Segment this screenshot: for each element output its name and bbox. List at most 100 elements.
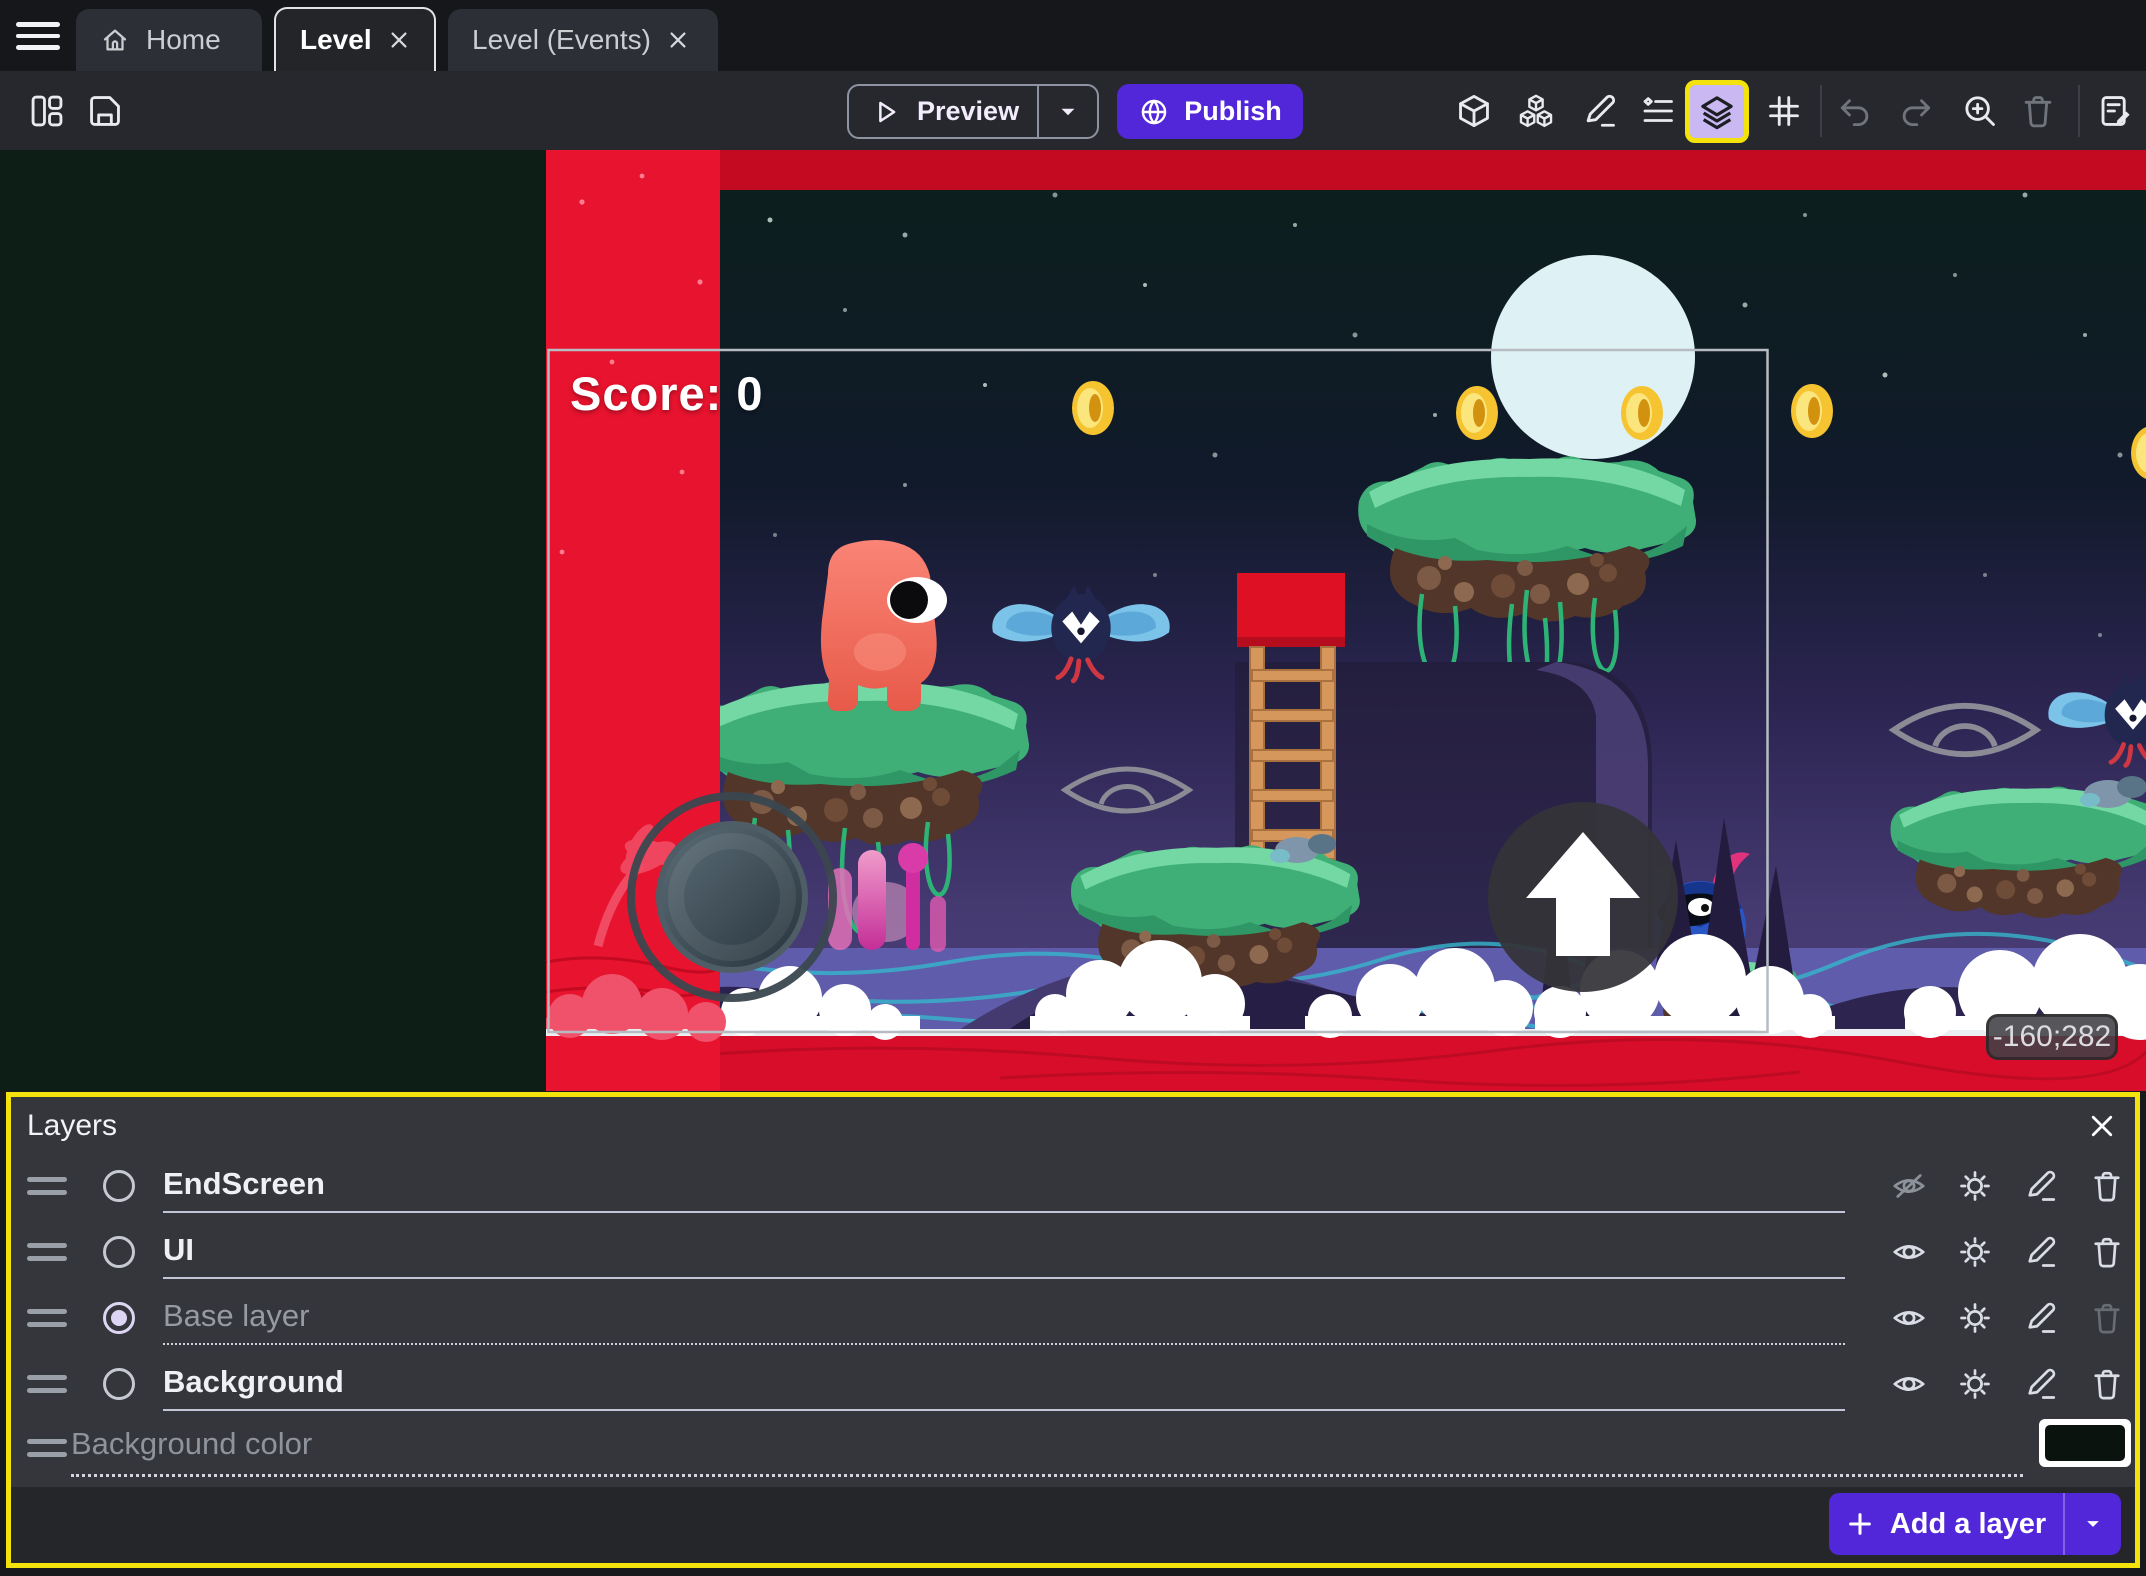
close-tab-icon[interactable]: [667, 29, 689, 51]
layer-name-input[interactable]: Background: [163, 1364, 1845, 1411]
zoom-in-icon: [1961, 92, 1999, 130]
cursor-coordinates: -160;282: [1986, 1014, 2118, 1060]
layer-row-ui: UI: [11, 1219, 2135, 1285]
editor-empty-background: [0, 150, 546, 1091]
scene-artwork: [0, 150, 2146, 1091]
edit-events-button[interactable]: [2095, 90, 2137, 132]
globe-icon: [1138, 96, 1170, 128]
publish-label: Publish: [1184, 96, 1282, 127]
edit-layer-icon[interactable]: [2021, 1298, 2061, 1338]
lighting-icon[interactable]: [1955, 1364, 1995, 1404]
tab-bar: Home Level Level (Events): [0, 0, 2146, 71]
top-boundary-bar: [546, 150, 2146, 190]
objects-panel-button[interactable]: [1453, 90, 1495, 132]
properties-list-icon: [1639, 92, 1677, 130]
undo-icon: [1836, 92, 1874, 130]
level-editor-window: Home Level Level (Events) Preview: [0, 0, 2146, 1576]
add-layer-button[interactable]: Add a layer: [1829, 1493, 2121, 1555]
layer-name-input[interactable]: UI: [163, 1232, 1845, 1279]
cube-icon: [1455, 92, 1493, 130]
events-sheet-icon: [2097, 92, 2135, 130]
preview-dropdown-button[interactable]: [1039, 101, 1097, 123]
cubes-icon: [1517, 92, 1555, 130]
menu-hamburger-icon[interactable]: [16, 22, 60, 52]
layer-select-radio[interactable]: [103, 1170, 135, 1202]
properties-panel-button[interactable]: [1637, 90, 1679, 132]
tab-label: Level (Events): [472, 24, 651, 56]
home-icon: [100, 25, 130, 55]
lighting-icon[interactable]: [1955, 1166, 1995, 1206]
background-color-label: Background color: [71, 1426, 2023, 1477]
close-panel-button[interactable]: [2087, 1111, 2117, 1141]
tab-home[interactable]: Home: [76, 9, 262, 71]
delete-layer-icon[interactable]: [2087, 1232, 2127, 1272]
chevron-down-icon: [2083, 1514, 2103, 1534]
edit-mode-button[interactable]: [1579, 90, 1621, 132]
layer-select-radio-selected[interactable]: [103, 1302, 135, 1334]
trash-icon: [2019, 92, 2057, 130]
layer-select-radio[interactable]: [103, 1368, 135, 1400]
instances-panel-button[interactable]: [1515, 90, 1557, 132]
delete-layer-icon[interactable]: [2087, 1364, 2127, 1404]
grid-toggle-button[interactable]: [1763, 90, 1805, 132]
tab-label: Level: [300, 24, 372, 56]
moon[interactable]: [1491, 255, 1695, 459]
dashboard-icon: [28, 92, 66, 130]
open-panels-button[interactable]: [26, 90, 68, 132]
edit-layer-icon[interactable]: [2021, 1232, 2061, 1272]
lighting-icon[interactable]: [1955, 1232, 1995, 1272]
layers-panel-button[interactable]: [1685, 80, 1749, 143]
drag-handle-icon[interactable]: [27, 1309, 67, 1335]
edit-layer-icon[interactable]: [2021, 1364, 2061, 1404]
delete-layer-icon[interactable]: [2087, 1166, 2127, 1206]
layers-panel-title: Layers: [27, 1109, 117, 1143]
layer-row-background: Background: [11, 1351, 2135, 1417]
panel-footer: Add a layer: [11, 1487, 2135, 1563]
visibility-icon[interactable]: [1889, 1232, 1929, 1272]
drag-handle-icon[interactable]: [27, 1243, 67, 1269]
undo-button[interactable]: [1834, 90, 1876, 132]
save-button[interactable]: [84, 90, 126, 132]
redo-button[interactable]: [1895, 90, 1937, 132]
visibility-off-icon[interactable]: [1889, 1166, 1929, 1206]
pencil-icon: [1581, 92, 1619, 130]
drag-handle-icon[interactable]: [27, 1375, 67, 1401]
preview-label: Preview: [917, 96, 1019, 127]
jump-button-control[interactable]: [1488, 802, 1678, 992]
visibility-icon[interactable]: [1889, 1298, 1929, 1338]
layers-icon: [1697, 92, 1737, 132]
play-icon: [871, 97, 901, 127]
joystick-control[interactable]: [631, 796, 833, 998]
close-tab-icon[interactable]: [388, 29, 410, 51]
add-layer-label: Add a layer: [1890, 1508, 2046, 1541]
plus-icon: [1846, 1510, 1874, 1538]
drag-handle-icon: [27, 1439, 67, 1465]
scene-editor-canvas[interactable]: Score: 0 -160;282: [0, 150, 2146, 1091]
bottom-boundary-bar: [546, 1036, 2146, 1091]
edit-layer-icon[interactable]: [2021, 1166, 2061, 1206]
add-layer-dropdown-button[interactable]: [2065, 1514, 2121, 1534]
tab-level-events[interactable]: Level (Events): [448, 9, 718, 71]
tab-label: Home: [146, 24, 221, 56]
main-toolbar: Preview Publish: [0, 71, 2146, 150]
save-icon: [86, 92, 124, 130]
zoom-in-button[interactable]: [1959, 90, 2001, 132]
delete-layer-icon-disabled: [2087, 1298, 2127, 1338]
layer-name-input[interactable]: EndScreen: [163, 1166, 1845, 1213]
score-text: Score: 0: [570, 366, 763, 421]
lighting-icon[interactable]: [1955, 1298, 1995, 1338]
layer-name-input[interactable]: Base layer: [163, 1298, 1845, 1345]
visibility-icon[interactable]: [1889, 1364, 1929, 1404]
publish-button[interactable]: Publish: [1117, 84, 1303, 139]
drag-handle-icon[interactable]: [27, 1177, 67, 1203]
redo-icon: [1897, 92, 1935, 130]
layer-row-endscreen: EndScreen: [11, 1153, 2135, 1219]
tab-level[interactable]: Level: [274, 7, 436, 71]
delete-button[interactable]: [2017, 90, 2059, 132]
background-color-row: Background color: [11, 1411, 2135, 1485]
layer-select-radio[interactable]: [103, 1236, 135, 1268]
chevron-down-icon: [1057, 101, 1079, 123]
preview-button[interactable]: Preview: [847, 84, 1099, 139]
background-color-swatch[interactable]: [2039, 1419, 2131, 1467]
layer-row-base: Base layer: [11, 1285, 2135, 1351]
